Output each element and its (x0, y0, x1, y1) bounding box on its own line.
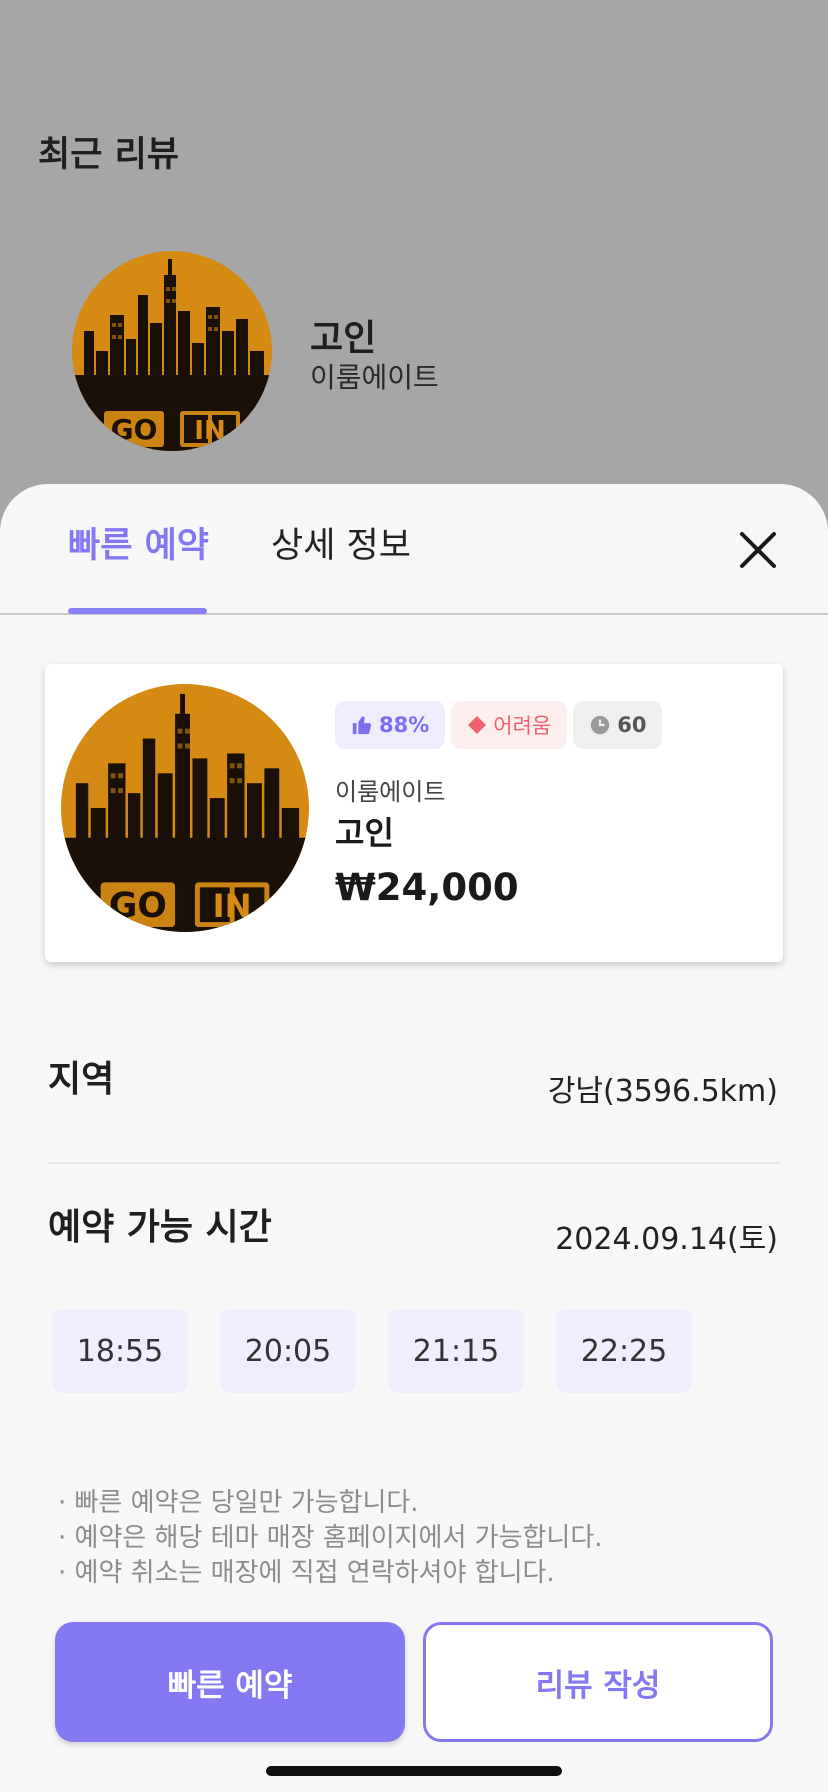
review-shop-name: 이룸에이트 (310, 361, 439, 394)
recent-reviews-title: 최근 리뷰 (38, 135, 179, 175)
difficulty-badge: 어려움 (451, 701, 568, 749)
shop-name: 이룸에이트 (335, 778, 446, 806)
logo-text-go: GO (111, 413, 158, 446)
theme-thumbnail: GO IN (61, 684, 309, 932)
note-item: · 빠른 예약은 당일만 가능합니다. (58, 1488, 419, 1518)
duration-text: 60 (617, 713, 647, 737)
duration-badge: 60 (573, 701, 663, 749)
review-theme-name: 고인 (310, 318, 377, 359)
sheet-tabs: 빠른 예약 상세 정보 (0, 484, 828, 615)
quick-booking-button[interactable]: 빠른 예약 (55, 1622, 405, 1742)
theme-badges: 88% 어려움 60 (335, 701, 663, 749)
theme-name: 고인 (335, 814, 394, 852)
region-label: 지역 (48, 1059, 115, 1100)
tab-details[interactable]: 상세 정보 (271, 522, 411, 570)
like-badge: 88% (335, 701, 446, 749)
write-review-button[interactable]: 리뷰 작성 (423, 1622, 773, 1742)
time-slot[interactable]: 18:55 (52, 1309, 188, 1393)
time-slot[interactable]: 21:15 (388, 1309, 524, 1393)
note-item: · 예약은 해당 테마 매장 홈페이지에서 가능합니다. (58, 1523, 603, 1553)
logo-text-in: IN (213, 887, 252, 925)
note-item: · 예약 취소는 매장에 직접 연락하셔야 합니다. (58, 1558, 555, 1588)
availability-date: 2024.09.14(토) (555, 1222, 778, 1257)
time-slots: 18:55 20:05 21:15 22:25 (52, 1309, 692, 1393)
active-tab-indicator (68, 608, 207, 614)
availability-label: 예약 가능 시간 (48, 1207, 272, 1248)
quick-booking-sheet: 빠른 예약 상세 정보 GO IN 88% 어려움 60 이룸에이트 고인 ₩2… (0, 484, 828, 1792)
like-rate: 88% (379, 713, 430, 737)
booking-notes: · 빠른 예약은 당일만 가능합니다. · 예약은 해당 테마 매장 홈페이지에… (58, 1486, 603, 1591)
clock-icon (591, 715, 610, 735)
region-value: 강남(3596.5km) (547, 1074, 778, 1109)
home-indicator (266, 1766, 562, 1776)
time-slot[interactable]: 22:25 (556, 1309, 692, 1393)
tab-quick-booking[interactable]: 빠른 예약 (68, 522, 209, 570)
difficulty-text: 어려움 (493, 714, 552, 738)
close-icon[interactable] (734, 526, 782, 574)
theme-price: ₩24,000 (335, 866, 519, 909)
diamond-icon (468, 716, 487, 734)
theme-card[interactable]: GO IN 88% 어려움 60 이룸에이트 고인 ₩24,000 (45, 664, 783, 962)
logo-text-go: GO (109, 886, 167, 926)
background-page: 최근 리뷰 GO IN 고인 이룸에이트 (0, 0, 828, 520)
thumbs-up-icon (352, 716, 372, 735)
logo-text-in: IN (194, 416, 225, 446)
time-slot[interactable]: 20:05 (220, 1309, 356, 1393)
divider (48, 1162, 780, 1164)
review-theme-thumbnail: GO IN (72, 251, 272, 451)
